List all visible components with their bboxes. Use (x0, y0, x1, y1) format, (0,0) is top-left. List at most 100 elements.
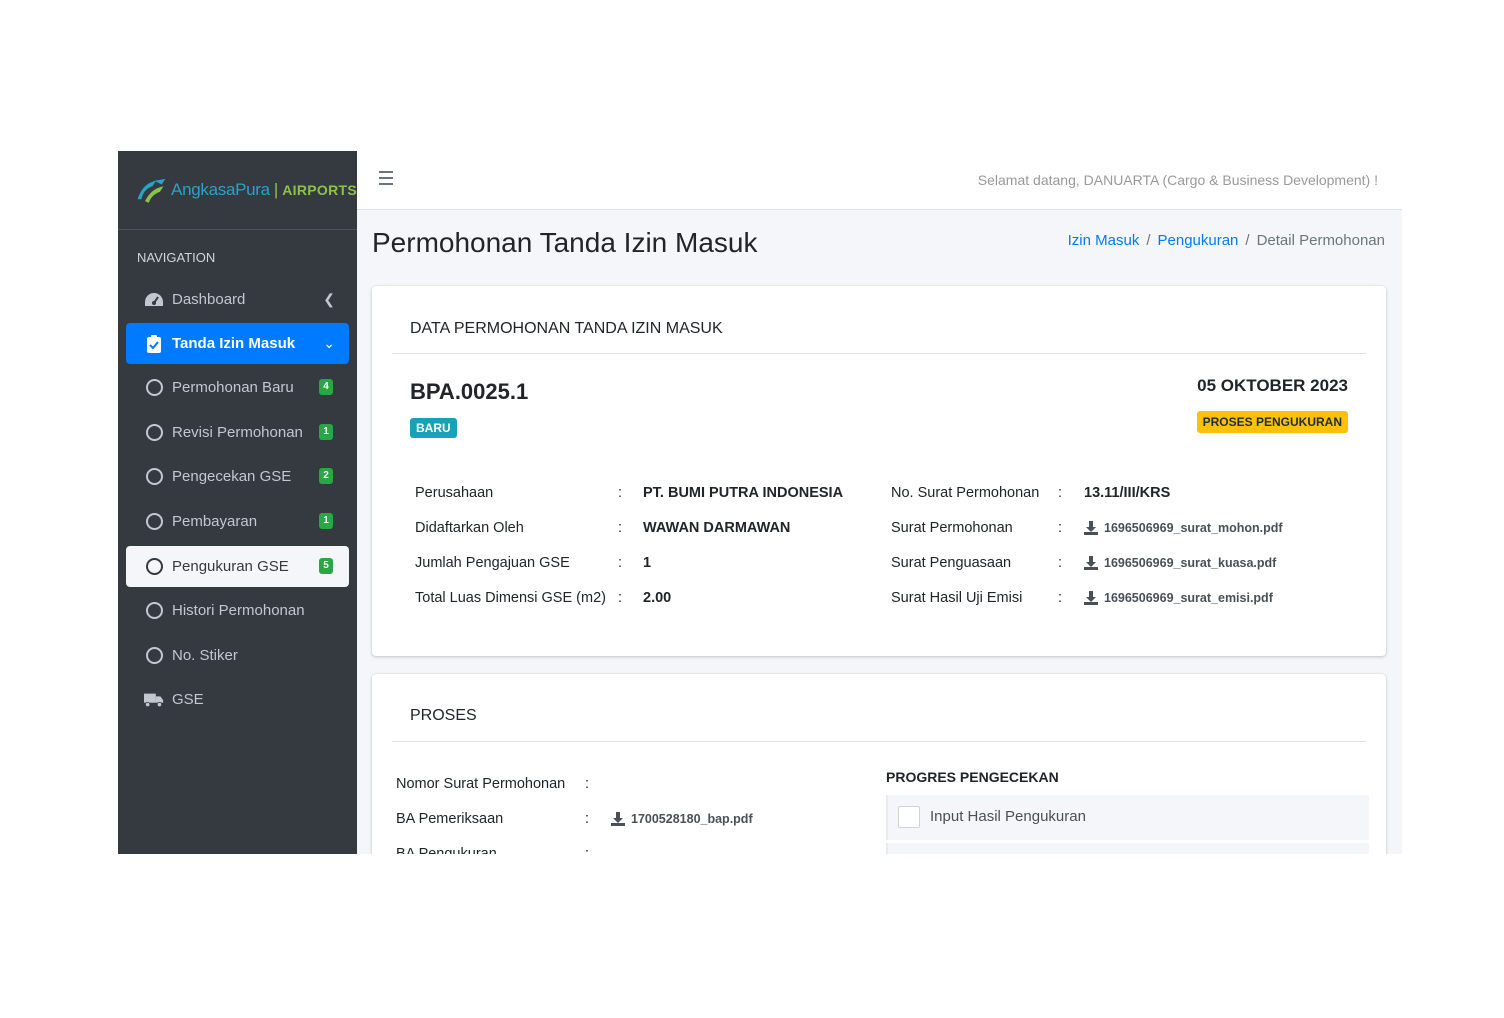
download-icon (1084, 521, 1098, 535)
sidebar-item-tanda-izin-masuk[interactable]: Tanda Izin Masuk ⌄ (126, 323, 349, 364)
sidebar-item-label: GSE (172, 691, 204, 708)
detail-label: Perusahaan (415, 485, 494, 501)
sidebar-item-histori-permohonan[interactable]: Histori Permohonan (126, 590, 349, 631)
request-number: BPA.0025.1 (410, 379, 529, 404)
sidebar-item-revisi-permohonan[interactable]: Revisi Permohonan 1 (126, 412, 349, 453)
sidebar-item-label: No. Stiker (172, 647, 238, 664)
sidebar: AngkasaPura | AIRPORTS NAVIGATION Dashbo… (118, 151, 357, 854)
sidebar-item-label: Permohonan Baru (172, 379, 294, 396)
colon: : (1058, 485, 1063, 501)
tachometer-icon (144, 292, 164, 308)
clipboard-check-icon (144, 334, 164, 353)
detail-value: PT. BUMI PUTRA INDONESIA (643, 485, 844, 501)
file-download-link[interactable]: 1696506969_surat_mohon.pdf (1084, 521, 1283, 535)
page-title: Permohonan Tanda Izin Masuk (372, 227, 758, 258)
colon: : (1058, 520, 1063, 536)
colon: : (618, 555, 623, 571)
checkbox[interactable] (898, 806, 920, 828)
colon: : (618, 590, 623, 606)
detail-value: 13.11/III/KRS (1084, 485, 1171, 501)
card-header: DATA PERMOHONAN TANDA IZIN MASUK (392, 286, 1366, 354)
sidebar-item-no-stiker[interactable]: No. Stiker (126, 635, 349, 676)
card-header: PROSES (392, 674, 1366, 742)
download-icon (1084, 556, 1098, 570)
colon: : (585, 776, 590, 792)
breadcrumb-divider: / (1146, 232, 1151, 249)
detail-label: Total Luas Dimensi GSE (m2) (415, 590, 606, 606)
progress-title: PROGRES PENGECEKAN (886, 769, 1059, 785)
colon: : (585, 846, 590, 854)
file-name: 1696506969_surat_mohon.pdf (1104, 521, 1283, 535)
detail-card: DATA PERMOHONAN TANDA IZIN MASUK BPA.002… (372, 286, 1386, 656)
request-date: 05 OKTOBER 2023 (1197, 376, 1348, 395)
detail-label: Jumlah Pengajuan GSE (415, 555, 570, 571)
count-badge: 4 (319, 379, 333, 395)
file-name: 1700528180_bap.pdf (631, 812, 753, 826)
sidebar-item-pengecekan-gse[interactable]: Pengecekan GSE 2 (126, 456, 349, 497)
breadcrumb: Izin Masuk / Pengukuran / Detail Permohonan (1068, 232, 1385, 249)
circle-icon (145, 558, 163, 575)
colon: : (1058, 590, 1063, 606)
proses-label: BA Pengukuran (396, 846, 497, 854)
colon: : (1058, 555, 1063, 571)
count-badge: 1 (319, 513, 333, 529)
sidebar-item-label: Pengecekan GSE (172, 468, 292, 485)
sidebar-item-label: Dashboard (172, 291, 246, 308)
count-badge: 5 (319, 558, 333, 574)
breadcrumb-pengukuran[interactable]: Pengukuran (1158, 232, 1239, 249)
welcome-text: Selamat datang, DANUARTA (Cargo & Busine… (977, 172, 1378, 188)
circle-icon (145, 379, 163, 396)
sidebar-item-gse[interactable]: GSE (126, 679, 349, 720)
brand-name: AngkasaPura (171, 180, 270, 199)
sidebar-item-dashboard[interactable]: Dashboard ❮ (126, 279, 349, 320)
file-name: 1696506969_surat_emisi.pdf (1104, 591, 1273, 605)
colon: : (585, 811, 590, 827)
app-window: AngkasaPura | AIRPORTS NAVIGATION Dashbo… (118, 151, 1402, 854)
process-badge: PROSES PENGUKURAN (1196, 411, 1348, 433)
chevron-down-icon: ⌄ (323, 335, 335, 351)
sidebar-item-label: Pengukuran GSE (172, 558, 289, 575)
count-badge: 1 (319, 424, 333, 440)
sidebar-item-label: Pembayaran (172, 513, 258, 530)
detail-label: Surat Penguasaan (891, 555, 1012, 571)
sidebar-item-pengukuran-gse[interactable]: Pengukuran GSE 5 (126, 546, 349, 587)
circle-icon (145, 602, 163, 619)
card-title: DATA PERMOHONAN TANDA IZIN MASUK (410, 320, 723, 337)
circle-icon (145, 647, 163, 664)
status-badge: BARU (410, 418, 457, 438)
chevron-left-icon: ❮ (323, 291, 335, 307)
detail-value: 2.00 (643, 590, 672, 606)
brand-logo[interactable]: AngkasaPura | AIRPORTS (118, 151, 357, 230)
circle-icon (145, 513, 163, 530)
detail-value: 1 (643, 555, 652, 571)
detail-label: Didaftarkan Oleh (415, 520, 524, 536)
download-icon (611, 812, 625, 826)
detail-label: Surat Permohonan (891, 520, 1013, 536)
brand-separator: | (273, 180, 279, 199)
proses-label: Nomor Surat Permohonan (396, 776, 566, 792)
file-name: 1696506969_surat_kuasa.pdf (1104, 556, 1277, 570)
check-label: Input Hasil Pengukuran (930, 808, 1086, 825)
file-download-link[interactable]: 1700528180_bap.pdf (611, 812, 753, 826)
breadcrumb-divider: / (1245, 232, 1250, 249)
detail-label: Surat Hasil Uji Emisi (891, 590, 1023, 606)
count-badge: 2 (319, 468, 333, 484)
sidebar-item-pembayaran[interactable]: Pembayaran 1 (126, 501, 349, 542)
file-download-link[interactable]: 1696506969_surat_kuasa.pdf (1084, 556, 1276, 570)
top-navbar: Selamat datang, DANUARTA (Cargo & Busine… (357, 151, 1402, 210)
sidebar-item-permohonan-baru[interactable]: Permohonan Baru 4 (126, 367, 349, 408)
truck-icon (144, 692, 164, 708)
detail-label: No. Surat Permohonan (891, 485, 1040, 501)
progress-check-item[interactable] (886, 843, 1369, 854)
brand-suffix: AIRPORTS (282, 182, 357, 198)
sidebar-item-label: Histori Permohonan (172, 602, 305, 619)
progress-check-item[interactable]: Input Hasil Pengukuran (886, 795, 1369, 840)
circle-icon (145, 468, 163, 485)
angkasa-pura-logo-icon (137, 178, 166, 203)
sidebar-item-label: Tanda Izin Masuk (172, 335, 296, 352)
nav-header: NAVIGATION (137, 250, 216, 265)
file-download-link[interactable]: 1696506969_surat_emisi.pdf (1084, 591, 1273, 605)
hamburger-menu-icon[interactable] (379, 171, 393, 189)
colon: : (618, 485, 623, 501)
breadcrumb-izin-masuk[interactable]: Izin Masuk (1068, 232, 1140, 249)
